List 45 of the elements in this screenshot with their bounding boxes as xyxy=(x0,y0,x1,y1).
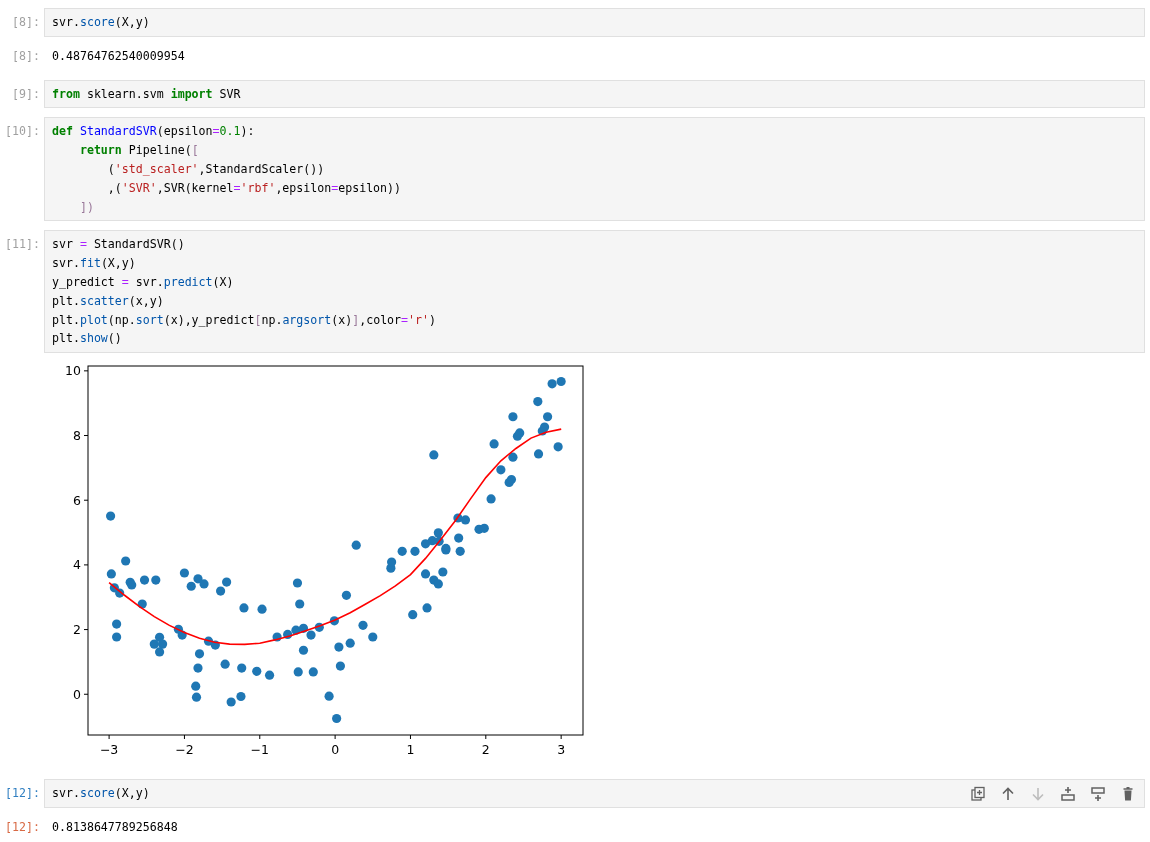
output-prompt: [8]: xyxy=(11,47,41,65)
duplicate-icon xyxy=(970,786,986,803)
tick-mark xyxy=(259,734,261,740)
input-prompt: [11]: xyxy=(4,236,41,254)
tick-label: 1 xyxy=(406,742,415,758)
input-prompt: [9]: xyxy=(11,85,41,103)
tick-label: 6 xyxy=(73,492,81,508)
tick-mark xyxy=(83,435,89,437)
input-prompt: [12]: xyxy=(4,785,41,803)
tick-mark xyxy=(560,734,562,740)
arrow-up-icon xyxy=(1000,786,1016,803)
tick-mark xyxy=(83,629,89,631)
tick-label: 2 xyxy=(481,742,490,758)
tick-mark xyxy=(83,693,89,695)
code-cell[interactable]: svr = StandardSVR() svr.fit(X,y) y_predict = svr.predict(X) plt.scatter(x,y) plt.plot(np.sort(x),y_predict[np.argsort(x)],color='r') plt.show() xyxy=(44,230,1145,354)
tick-mark xyxy=(108,734,110,740)
tick-mark xyxy=(334,734,336,740)
insert-above-icon xyxy=(1060,786,1076,803)
tick-label: 10 xyxy=(65,363,81,379)
tick-label: −2 xyxy=(175,742,194,758)
tick-label: 3 xyxy=(557,742,566,758)
arrow-down-icon xyxy=(1030,786,1046,803)
output-text: 0.48764762540009954 xyxy=(51,47,185,65)
tick-label: −1 xyxy=(250,742,269,758)
code-cell[interactable]: def StandardSVR(epsilon=0.1): return Pipeline([ ('std_scaler',StandardScaler()) ,('SVR',SVR(kernel='rbf',epsilon=epsilon)) ]) xyxy=(44,117,1145,222)
output-text: 0.8138647789256848 xyxy=(51,819,178,837)
tick-label: 0 xyxy=(73,686,81,702)
tick-label: −3 xyxy=(99,742,119,758)
tick-mark xyxy=(409,734,411,740)
tick-mark xyxy=(485,734,487,740)
tick-label: 0 xyxy=(331,742,340,758)
code-cell[interactable]: from sklearn.svm import SVR xyxy=(44,79,1145,109)
insert-below-icon xyxy=(1090,786,1106,803)
tick-label: 8 xyxy=(73,428,81,444)
code-cell[interactable]: svr.score(X,y) xyxy=(44,8,1145,37)
output-prompt: [12]: xyxy=(4,819,41,837)
tick-label: 4 xyxy=(73,557,81,573)
tick-mark xyxy=(83,370,89,372)
code-cell[interactable]: svr.score(X,y) xyxy=(44,779,1145,809)
tick-label: 2 xyxy=(73,622,81,638)
tick-mark xyxy=(83,564,89,566)
input-prompt: [8]: xyxy=(11,14,41,31)
tick-mark xyxy=(183,734,185,740)
tick-mark xyxy=(83,499,89,501)
input-prompt: [10]: xyxy=(4,123,41,141)
